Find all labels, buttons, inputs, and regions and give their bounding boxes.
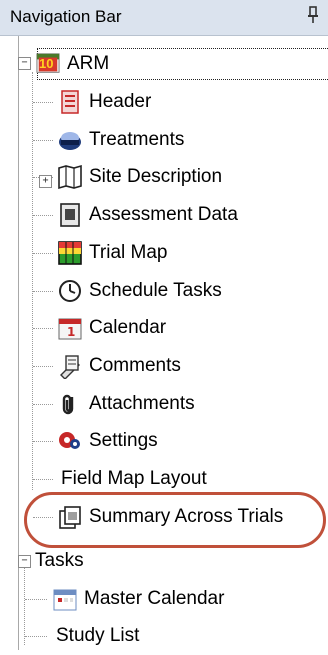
site-description-icon [58,165,82,190]
tree-connector [32,72,33,490]
arm-badge: 10 [39,56,54,71]
summary-highlight-ellipse [24,492,326,548]
tree-item-label: Comments [89,354,181,376]
header-icon [61,90,79,114]
tree-connector [25,636,47,637]
tree-connector [33,139,53,141]
tree-connector [33,102,53,103]
tree-item-label: Master Calendar [84,588,225,609]
tree-item-calendar[interactable]: 1 Calendar [57,309,166,347]
tree-connector [25,599,47,600]
tree-item-assessment-data[interactable]: Assessment Data [57,196,238,234]
svg-text:1: 1 [67,325,75,339]
tree-item-schedule-tasks[interactable]: Schedule Tasks [57,272,222,310]
navigation-bar-title: Navigation Bar [10,7,122,26]
assessment-data-icon [60,203,80,227]
tree-connector [33,365,53,367]
attachments-icon [62,394,74,414]
tree-connector [33,252,53,254]
tree-item-settings[interactable]: Settings [57,422,158,460]
tree-item-label: Schedule Tasks [89,279,222,301]
tree-connector [33,328,53,330]
tree-item-label: Header [89,91,152,112]
master-calendar-icon [53,589,77,611]
tasks-collapse-toggle[interactable]: − [18,555,31,568]
tree-item-label: ARM [67,53,110,74]
tree-connector [33,441,53,443]
tree-item-label: Calendar [89,317,167,339]
site-description-expand-toggle[interactable]: + [39,175,52,188]
tree-item-tasks[interactable]: Tasks [35,542,84,580]
tree-item-master-calendar[interactable]: Master Calendar [52,580,224,618]
schedule-tasks-icon [59,279,81,302]
tree-item-study-list[interactable]: Study List [52,617,139,655]
tree-connector [33,479,53,480]
tree-item-trial-map[interactable]: Trial Map [57,234,167,272]
tree-item-arm[interactable]: 10 ARM [35,45,109,83]
tree-item-label: Trial Map [89,241,168,263]
tree-item-label: Settings [89,430,158,452]
tree-item-label: Site Description [89,166,223,188]
tree-item-label: Tasks [35,550,84,571]
calendar-icon: 1 [58,318,82,340]
comments-icon [60,355,80,379]
tree-item-site-description[interactable]: Site Description [57,158,222,196]
tree-item-label: Field Map Layout [61,468,207,489]
tree-item-label: Study List [56,625,140,646]
tree-item-comments[interactable]: Comments [57,347,181,385]
navigation-bar-panel: Navigation Bar − 10 ARM Header Treatments… [0,0,328,650]
tree-item-label: Attachments [89,392,195,414]
tree-item-label: Assessment Data [89,204,238,226]
tree-item-header[interactable]: Header [57,83,151,121]
tree-item-attachments[interactable]: Attachments [57,385,195,423]
trial-map-icon [58,240,82,265]
tree-item-treatments[interactable]: Treatments [57,121,184,159]
tree-connector [33,290,53,292]
settings-icon [59,432,80,450]
treatments-icon [59,131,81,150]
tree-connector [24,555,25,645]
arm-collapse-toggle[interactable]: − [18,57,31,70]
pin-icon[interactable] [306,4,320,26]
tree-connector [33,403,53,405]
tree-item-label: Treatments [89,128,185,150]
tree-connector [33,215,53,217]
navigation-bar-titlebar: Navigation Bar [0,0,328,36]
